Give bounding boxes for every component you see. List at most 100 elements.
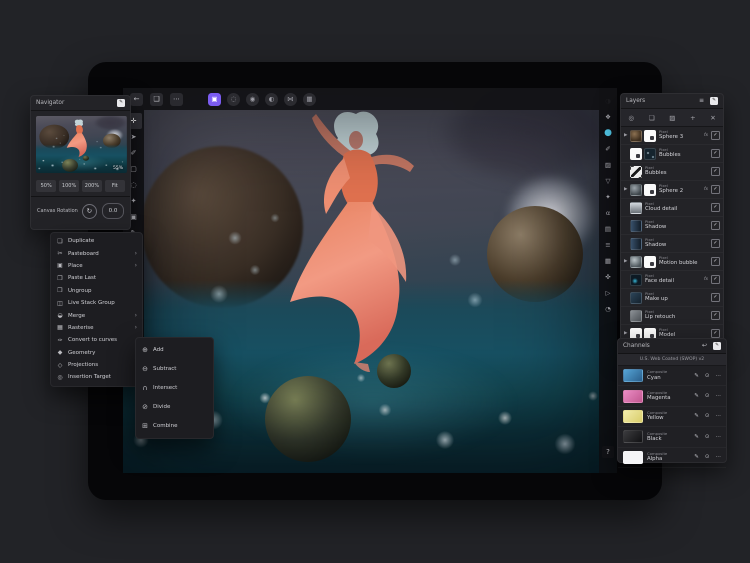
zoom-button[interactable]: Fit xyxy=(105,180,125,192)
layer-visibility-checkbox[interactable]: ✓ xyxy=(711,221,720,230)
channel-row[interactable]: Composite Cyan ✎ ⊙ ⋯ xyxy=(618,366,726,386)
menu-item[interactable]: ▦ Rasterise › xyxy=(51,322,142,334)
layers-toolbar-icon[interactable]: ▨ xyxy=(669,114,675,122)
layer-visibility-checkbox[interactable]: ✓ xyxy=(711,275,720,284)
zoom-button[interactable]: 50% xyxy=(36,180,56,192)
layer-visibility-checkbox[interactable]: ✓ xyxy=(711,311,720,320)
studio-icon[interactable]: ▷ xyxy=(601,287,615,299)
channel-edit-icon[interactable]: ✎ xyxy=(694,413,699,419)
help-button[interactable]: ? xyxy=(602,446,614,458)
channel-more-icon[interactable]: ⋯ xyxy=(716,393,722,399)
layer-visibility-checkbox[interactable]: ✓ xyxy=(711,257,720,266)
studio-icon[interactable]: ▤ xyxy=(601,223,615,235)
studio-icon[interactable]: ≡ xyxy=(601,239,615,251)
layer-thumbnail[interactable] xyxy=(630,310,642,322)
menu-item[interactable]: ✑ Convert to curves › xyxy=(51,334,142,346)
channel-edit-icon[interactable]: ✎ xyxy=(694,393,699,399)
channel-more-icon[interactable]: ⋯ xyxy=(716,413,722,419)
channel-visibility-icon[interactable]: ⊙ xyxy=(705,454,710,460)
studio-icon[interactable]: ✦ xyxy=(601,191,615,203)
persona-icon[interactable]: ◐ xyxy=(265,93,278,106)
studio-icon[interactable]: ❖ xyxy=(601,111,615,123)
detach-panel-icon[interactable]: ✎ xyxy=(713,342,721,350)
layer-row[interactable]: ▶ Pixel Cloud detail fx ✓ xyxy=(621,199,723,217)
submenu-item[interactable]: ⊞ Combine xyxy=(136,417,213,436)
navigator-thumbnail[interactable]: 55% xyxy=(36,116,125,173)
studio-icon[interactable]: ✜ xyxy=(601,271,615,283)
persona-icon[interactable]: ▣ xyxy=(208,93,221,106)
channel-edit-icon[interactable]: ✎ xyxy=(694,373,699,379)
layer-visibility-checkbox[interactable]: ✓ xyxy=(711,239,720,248)
more-options-icon[interactable]: ⋯ xyxy=(170,93,183,106)
menu-item[interactable]: ◫ Live Stack Group › xyxy=(51,297,142,309)
channel-row[interactable]: Composite Black ✎ ⊙ ⋯ xyxy=(618,427,726,447)
studio-icon[interactable]: ● xyxy=(601,127,615,139)
channel-visibility-icon[interactable]: ⊙ xyxy=(705,413,710,419)
layer-visibility-checkbox[interactable]: ✓ xyxy=(711,185,720,194)
channel-row[interactable]: Composite Magenta ✎ ⊙ ⋯ xyxy=(618,386,726,406)
menu-item[interactable]: ❏ Duplicate › xyxy=(51,235,142,247)
persona-icon[interactable]: ▦ xyxy=(303,93,316,106)
channel-visibility-icon[interactable]: ⊙ xyxy=(705,373,710,379)
layer-row[interactable]: ▶ Pixel Sphere 3 fx ✓ xyxy=(621,127,723,145)
layer-thumbnail[interactable] xyxy=(630,130,642,142)
submenu-item[interactable]: ∩ Intersect xyxy=(136,378,213,397)
layer-row[interactable]: ▶ Pixel Motion bubble fx ✓ xyxy=(621,253,723,271)
layer-visibility-checkbox[interactable]: ✓ xyxy=(711,329,720,338)
layer-row[interactable]: ▶ Pixel Bubbles fx ✓ xyxy=(621,145,723,163)
menu-item[interactable]: ◎ Insertion Target › xyxy=(51,371,142,383)
zoom-button[interactable]: 200% xyxy=(82,180,102,192)
layer-thumbnail[interactable] xyxy=(644,148,656,160)
channel-more-icon[interactable]: ⋯ xyxy=(716,454,722,460)
studio-icon[interactable]: ▽ xyxy=(601,175,615,187)
layers-toolbar-icon[interactable]: ◎ xyxy=(628,114,634,122)
layer-thumbnail[interactable] xyxy=(630,202,642,214)
layers-toolbar-icon[interactable]: ❏ xyxy=(649,114,655,122)
undo-icon[interactable]: ↩ xyxy=(700,342,709,350)
layer-thumbnail[interactable] xyxy=(630,238,642,250)
submenu-item[interactable]: ⊘ Divide xyxy=(136,398,213,417)
layer-row[interactable]: ▶ Pixel Face detail fx ✓ xyxy=(621,271,723,289)
layer-thumbnail[interactable] xyxy=(630,274,642,286)
layer-visibility-checkbox[interactable]: ✓ xyxy=(711,167,720,176)
layer-thumbnail[interactable] xyxy=(630,148,642,160)
layer-thumbnail[interactable] xyxy=(644,184,656,196)
menu-item[interactable]: ❒ Ungroup › xyxy=(51,285,142,297)
layer-thumbnail[interactable] xyxy=(630,184,642,196)
channel-row[interactable]: Composite Yellow ✎ ⊙ ⋯ xyxy=(618,407,726,427)
channel-edit-icon[interactable]: ✎ xyxy=(694,434,699,440)
layers-toolbar-icon[interactable]: + xyxy=(690,114,695,122)
studio-icon[interactable]: ▦ xyxy=(601,255,615,267)
layer-row[interactable]: ▶ Pixel Shadow fx ✓ xyxy=(621,217,723,235)
persona-icon[interactable]: ⋈ xyxy=(284,93,297,106)
channel-row[interactable]: Composite Alpha ✎ ⊙ ⋯ xyxy=(618,448,726,468)
layer-visibility-checkbox[interactable]: ✓ xyxy=(711,149,720,158)
document-icon[interactable]: ❑ xyxy=(150,93,163,106)
channel-edit-icon[interactable]: ✎ xyxy=(694,454,699,460)
layer-visibility-checkbox[interactable]: ✓ xyxy=(711,131,720,140)
menu-item[interactable]: ▣ Place › xyxy=(51,260,142,272)
back-icon[interactable]: ← xyxy=(130,93,143,106)
layer-thumbnail[interactable] xyxy=(630,292,642,304)
detach-panel-icon[interactable]: ✎ xyxy=(117,99,125,107)
layer-thumbnail[interactable] xyxy=(630,256,642,268)
layer-thumbnail[interactable] xyxy=(630,220,642,232)
layer-row[interactable]: ▶ Pixel Shadow fx ✓ xyxy=(621,235,723,253)
menu-item[interactable]: ✂ Pasteboard › xyxy=(51,247,142,259)
channel-more-icon[interactable]: ⋯ xyxy=(716,373,722,379)
channel-visibility-icon[interactable]: ⊙ xyxy=(705,434,710,440)
rotation-value[interactable]: 0.0 xyxy=(102,203,124,219)
menu-item[interactable]: ❐ Paste Last › xyxy=(51,272,142,284)
studio-icon[interactable]: ◔ xyxy=(601,303,615,315)
layer-row[interactable]: ▶ Pixel Sphere 2 fx ✓ xyxy=(621,181,723,199)
studio-icon[interactable]: ▨ xyxy=(601,159,615,171)
persona-icon[interactable]: ◌ xyxy=(227,93,240,106)
menu-item[interactable]: ◆ Geometry › xyxy=(51,347,142,359)
layer-row[interactable]: ▶ Pixel Bubbles fx ✓ xyxy=(621,163,723,181)
layer-thumbnail[interactable] xyxy=(644,256,656,268)
studio-icon[interactable]: ✐ xyxy=(601,143,615,155)
submenu-item[interactable]: ⊕ Add xyxy=(136,340,213,359)
channel-visibility-icon[interactable]: ⊙ xyxy=(705,393,710,399)
zoom-button[interactable]: 100% xyxy=(59,180,79,192)
submenu-item[interactable]: ⊖ Subtract xyxy=(136,359,213,378)
